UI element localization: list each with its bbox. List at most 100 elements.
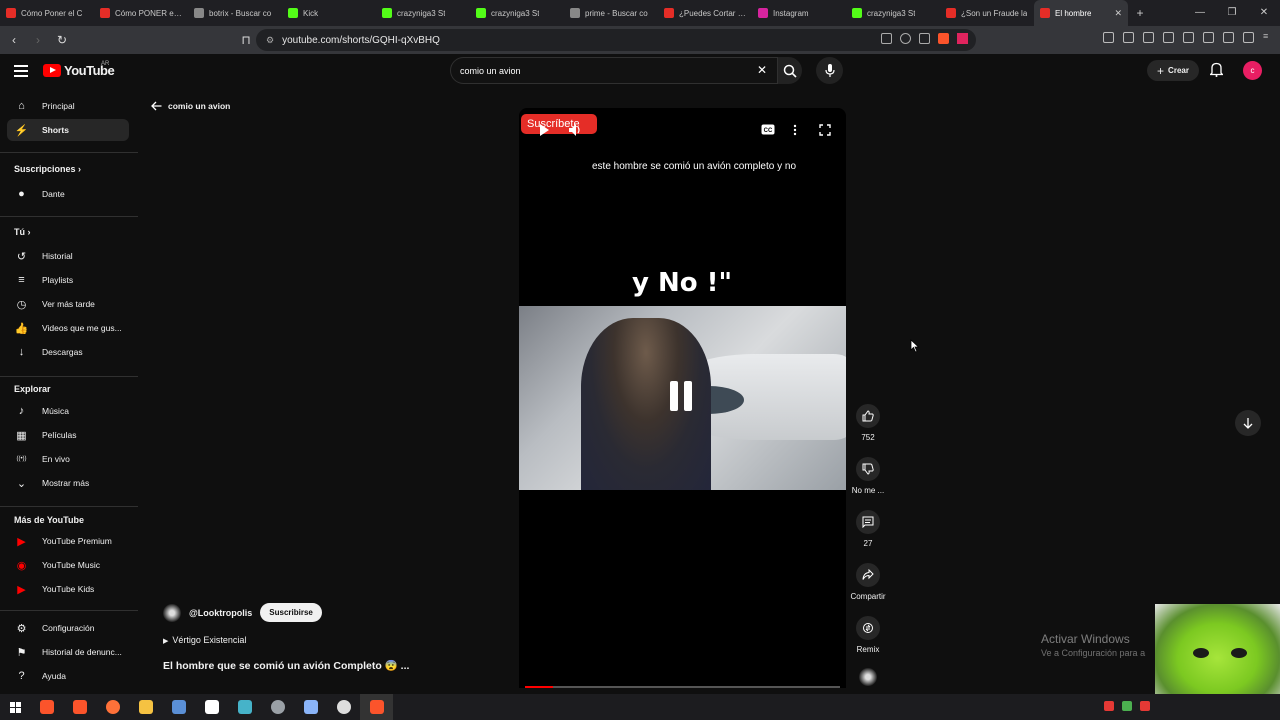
vpn-icon[interactable] — [1223, 32, 1234, 43]
dislike-button[interactable]: No me ... — [849, 457, 887, 495]
sidebar-item-live[interactable]: ((•)) En vivo — [7, 448, 129, 470]
captions-icon[interactable]: CC — [761, 124, 775, 135]
browser-tab[interactable]: crazyniga3 St — [470, 0, 564, 26]
taskbar-app-5[interactable] — [162, 694, 195, 720]
brave-shield-icon[interactable] — [938, 33, 949, 44]
sidebar-item-gear[interactable]: ⚙ Configuración — [7, 617, 129, 639]
voice-search-button[interactable] — [816, 57, 843, 84]
remix-button[interactable]: Remix — [849, 616, 887, 654]
tools-icon[interactable] — [1243, 32, 1254, 43]
pause-icon[interactable] — [670, 381, 692, 411]
comments-button[interactable]: 27 — [849, 510, 887, 548]
browser-tab[interactable]: prime - Buscar co — [564, 0, 658, 26]
extension-icon[interactable] — [1103, 32, 1114, 43]
brave-rewards-icon[interactable] — [957, 33, 968, 44]
sidebar-item-chevron-down[interactable]: ⌄ Mostrar más — [7, 472, 129, 494]
sidebar-item-music[interactable]: ♪ Música — [7, 400, 129, 422]
sidebar-item-youtube-premium[interactable]: ▶ YouTube Premium — [7, 530, 129, 552]
sidebar-item-youtube-music[interactable]: ◉ YouTube Music — [7, 554, 129, 576]
sidebar-item-download[interactable]: ↓ Descargas — [7, 341, 129, 363]
channel-handle[interactable]: @Looktropolis — [189, 608, 252, 618]
browser-tab[interactable]: Instagram — [752, 0, 846, 26]
close-tab-icon[interactable]: ✕ — [1114, 8, 1122, 19]
share-button[interactable]: Compartir — [849, 563, 887, 601]
play-icon[interactable] — [539, 124, 549, 136]
browser-tab[interactable]: El hombre ✕ — [1034, 0, 1128, 26]
browser-tab[interactable]: Cómo Poner el C — [0, 0, 94, 26]
create-button[interactable]: + Crear — [1147, 60, 1199, 81]
channel-avatar[interactable] — [163, 603, 181, 622]
new-tab-button[interactable]: + — [1128, 6, 1152, 20]
sidebar-item-film[interactable]: ▦ Películas — [7, 424, 129, 446]
sidebar-item-youtube-kids[interactable]: ▶ YouTube Kids — [7, 578, 129, 600]
forward-nav-icon[interactable]: › — [28, 33, 48, 47]
screenshot-icon[interactable] — [1123, 32, 1134, 43]
next-video-button[interactable] — [1235, 410, 1261, 436]
more-options-icon[interactable] — [793, 124, 797, 136]
youtube-logo[interactable]: YouTube AR — [43, 61, 115, 78]
browser-tab[interactable]: botrix - Buscar co — [188, 0, 282, 26]
site-info-icon[interactable]: ⚙ — [266, 35, 274, 46]
browser-tab[interactable]: Kick — [282, 0, 376, 26]
taskbar-app-10[interactable] — [327, 694, 360, 720]
like-button[interactable]: 752 — [849, 404, 887, 442]
zoom-icon[interactable] — [900, 33, 911, 44]
tray-icon-3[interactable] — [1140, 701, 1150, 711]
sidebar-item-channel-avatar[interactable]: ● Dante — [7, 183, 129, 205]
taskbar-app-4[interactable] — [129, 694, 162, 720]
fullscreen-icon[interactable] — [819, 124, 831, 136]
menu-icon[interactable]: ≡ — [1263, 32, 1274, 43]
notifications-bell-icon[interactable] — [1208, 62, 1225, 82]
sidebar-item-history[interactable]: ↺ Historial — [7, 245, 129, 267]
wallet-icon[interactable] — [1183, 32, 1194, 43]
taskbar-app-8[interactable] — [261, 694, 294, 720]
taskbar-app-9[interactable] — [294, 694, 327, 720]
hamburger-menu-icon[interactable] — [14, 65, 28, 77]
close-window-button[interactable]: ✕ — [1248, 0, 1280, 26]
start-button[interactable] — [0, 694, 30, 720]
browser-tab[interactable]: ¿Son un Fraude la — [940, 0, 1034, 26]
music-link[interactable]: ▶ Vértigo Existencial — [163, 635, 246, 645]
taskbar-app-11[interactable] — [360, 694, 393, 720]
clear-search-icon[interactable]: ✕ — [757, 63, 767, 77]
search-button[interactable] — [778, 57, 802, 84]
reload-icon[interactable]: ↻ — [52, 33, 72, 47]
restore-button[interactable]: ❐ — [1216, 0, 1248, 26]
taskbar-app-3[interactable] — [96, 694, 129, 720]
shorts-video-player[interactable]: Suscríbete CC este hombre se comió un av… — [519, 108, 846, 688]
url-field[interactable]: ⚙ youtube.com/shorts/GQHI-qXvBHQ — [256, 29, 976, 51]
video-title[interactable]: El hombre que se comió un avión Completo… — [163, 659, 409, 672]
sidebar-item-thumbs-up[interactable]: 👍 Videos que me gus... — [7, 317, 129, 339]
sidebar-item-help[interactable]: ? Ayuda — [7, 665, 129, 687]
volume-icon[interactable] — [569, 124, 583, 136]
browser-tab[interactable]: ¿Puedes Cortar Ja — [658, 0, 752, 26]
browser-tab[interactable]: crazyniga3 St — [376, 0, 470, 26]
cast-icon[interactable] — [881, 33, 892, 44]
leo-icon[interactable] — [1203, 32, 1214, 43]
bookmark-icon[interactable]: ⊓ — [236, 33, 256, 47]
music-ext-icon[interactable] — [1143, 32, 1154, 43]
sidebar-item-home[interactable]: ⌂ Principal — [7, 95, 129, 117]
browser-tab[interactable]: crazyniga3 St — [846, 0, 940, 26]
back-to-search-link[interactable]: comio un avion — [151, 101, 230, 111]
account-avatar[interactable]: c — [1243, 61, 1262, 80]
sidebar-item-flag[interactable]: ⚑ Historial de denunc... — [7, 641, 129, 663]
video-progress-bar[interactable] — [525, 686, 840, 688]
sidebar-icon[interactable] — [1163, 32, 1174, 43]
sound-button[interactable] — [849, 668, 887, 691]
sidebar-heading[interactable]: Tú › — [14, 227, 31, 237]
taskbar-app-1[interactable] — [30, 694, 63, 720]
mic-tray-icon[interactable] — [1104, 701, 1114, 711]
sidebar-item-clock[interactable]: ◷ Ver más tarde — [7, 293, 129, 315]
taskbar-app-7[interactable] — [228, 694, 261, 720]
share-icon[interactable] — [919, 33, 930, 44]
back-nav-icon[interactable]: ‹ — [4, 33, 24, 47]
taskbar-app-6[interactable] — [195, 694, 228, 720]
subscribe-button[interactable]: Suscribirse — [260, 603, 322, 622]
tray-icon-2[interactable] — [1122, 701, 1132, 711]
sidebar-heading[interactable]: Suscripciones › — [14, 164, 81, 174]
minimize-button[interactable]: — — [1184, 0, 1216, 26]
browser-tab[interactable]: Cómo PONER el C — [94, 0, 188, 26]
sidebar-item-playlist[interactable]: ≡ Playlists — [7, 269, 129, 291]
sidebar-item-shorts[interactable]: ⚡ Shorts — [7, 119, 129, 141]
